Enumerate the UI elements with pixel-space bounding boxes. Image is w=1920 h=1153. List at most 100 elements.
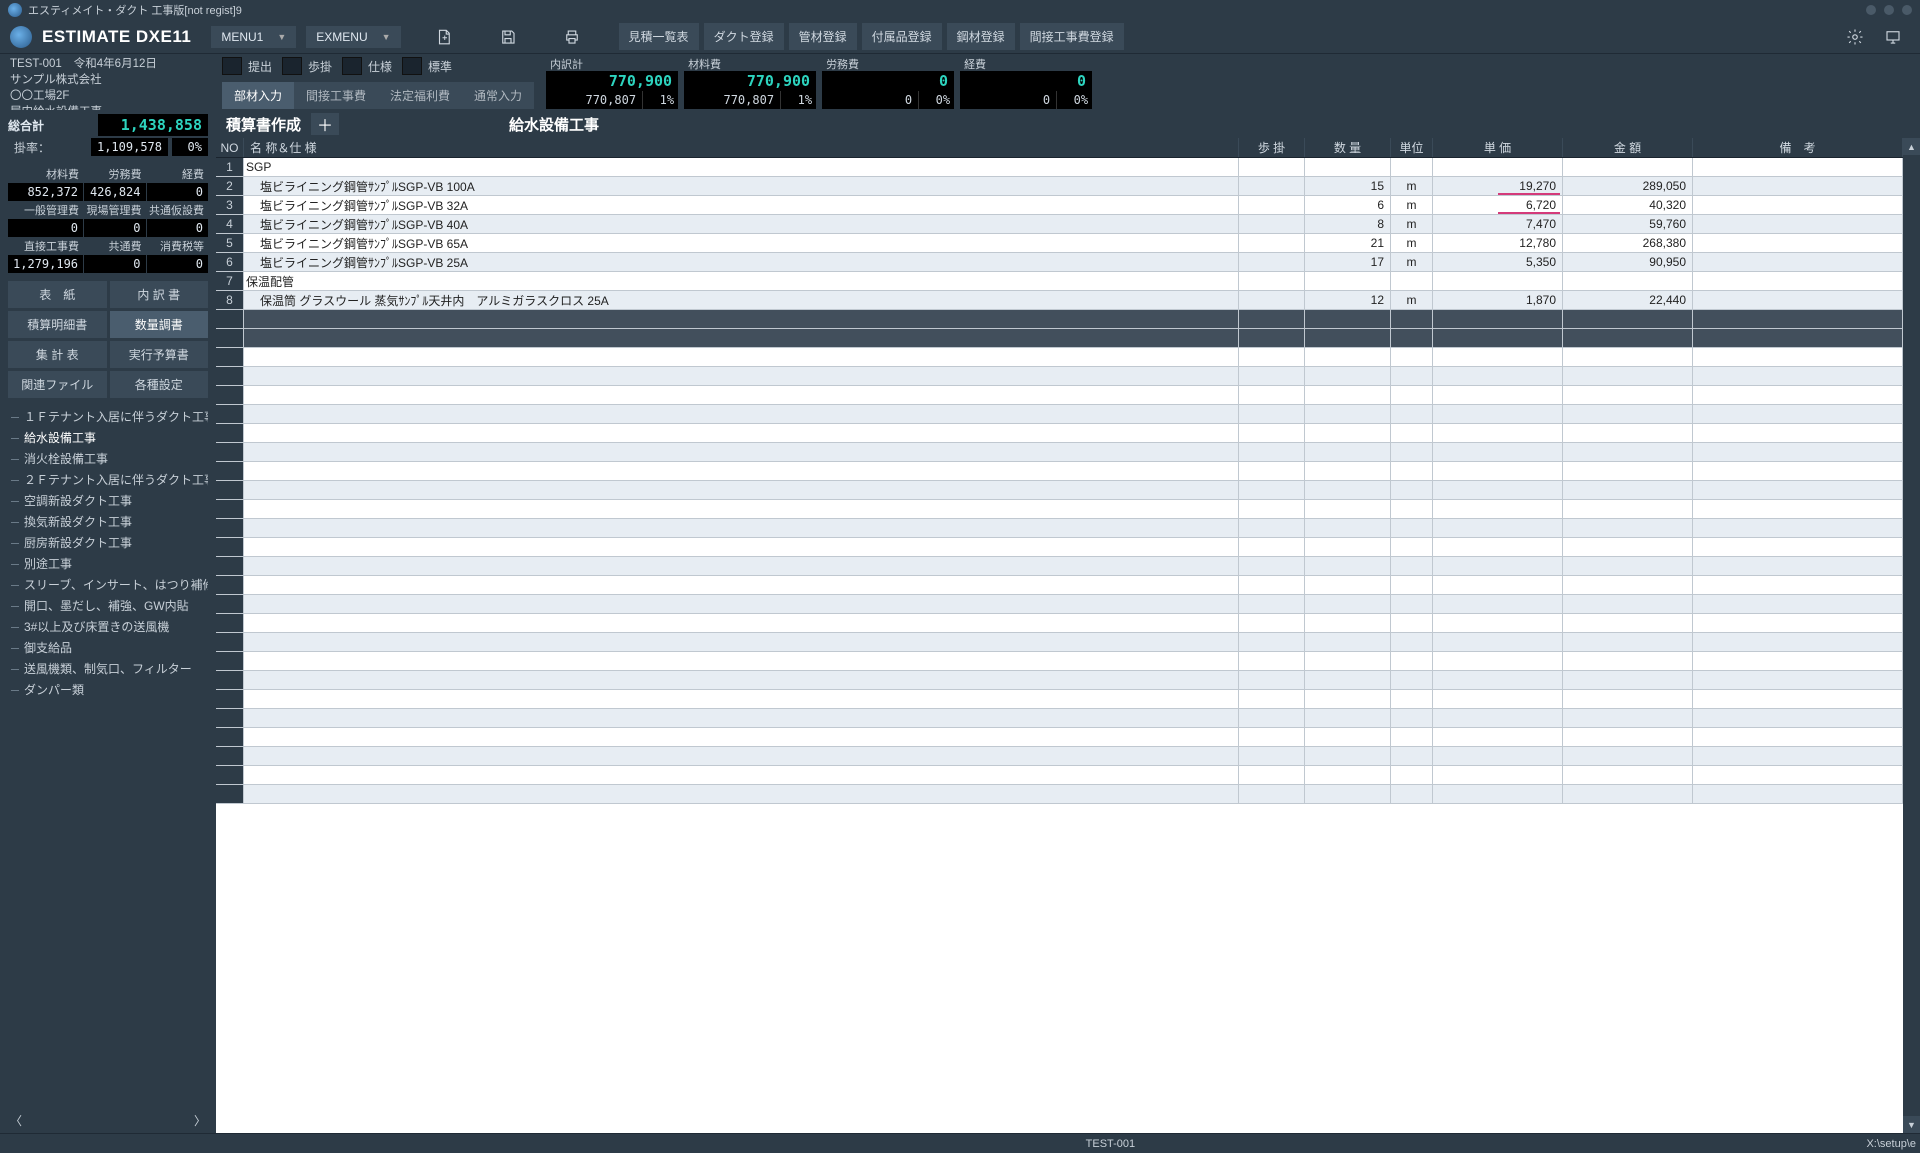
sidebar-button[interactable]: 積算明細書 bbox=[8, 311, 107, 338]
display-icon[interactable] bbox=[1880, 24, 1906, 50]
table-row[interactable] bbox=[216, 424, 1903, 443]
data-grid[interactable]: NO 名 称＆仕 様 歩 掛 数 量 単位 単 価 金 額 備 考 1 SGP … bbox=[216, 138, 1903, 1133]
tree-item[interactable]: 3#以上及び床置きの送風機 bbox=[8, 616, 208, 637]
add-button[interactable]: ＋ bbox=[311, 113, 339, 135]
tree-item[interactable]: 開口、墨だし、補強、GW内貼 bbox=[8, 595, 208, 616]
cost-label: 直接工事費 bbox=[8, 238, 83, 254]
rate-value: 1,109,578 bbox=[91, 138, 168, 156]
col-no: NO bbox=[216, 138, 244, 157]
table-row[interactable]: 3 塩ビライニング鋼管ｻﾝﾌﾟﾙSGP-VB 32A 6 m 6,720 40,… bbox=[216, 196, 1903, 215]
tree-item[interactable]: 別途工事 bbox=[8, 553, 208, 574]
tree-item[interactable]: 給水設備工事 bbox=[8, 427, 208, 448]
table-row[interactable] bbox=[216, 405, 1903, 424]
status-checkbox[interactable] bbox=[402, 57, 422, 75]
status-label: 提出 bbox=[248, 58, 276, 75]
scroll-down-icon[interactable]: ▼ bbox=[1903, 1116, 1920, 1133]
cost-value: 0 bbox=[147, 219, 208, 237]
tree-item[interactable]: 御支給品 bbox=[8, 637, 208, 658]
top-button[interactable]: 管材登録 bbox=[789, 23, 857, 50]
statusbar: TEST-001 X:\setup\e bbox=[0, 1133, 1920, 1153]
table-row[interactable] bbox=[216, 652, 1903, 671]
table-row[interactable] bbox=[216, 576, 1903, 595]
table-row[interactable] bbox=[216, 747, 1903, 766]
top-button[interactable]: 間接工事費登録 bbox=[1020, 23, 1124, 50]
cost-label: 消費税等 bbox=[147, 238, 208, 254]
table-row[interactable] bbox=[216, 785, 1903, 804]
input-tab[interactable]: 法定福利費 bbox=[378, 82, 462, 109]
table-row[interactable]: 6 塩ビライニング鋼管ｻﾝﾌﾟﾙSGP-VB 25A 17 m 5,350 90… bbox=[216, 253, 1903, 272]
tree-item[interactable]: １Ｆテナント入居に伴うダクト工事 bbox=[8, 406, 208, 427]
status-checkbox[interactable] bbox=[222, 57, 242, 75]
input-tab[interactable]: 間接工事費 bbox=[294, 82, 378, 109]
tree-item[interactable]: 消火栓設備工事 bbox=[8, 448, 208, 469]
status-checkbox[interactable] bbox=[342, 57, 362, 75]
sidebar-button[interactable]: 関連ファイル bbox=[8, 371, 107, 398]
new-icon[interactable] bbox=[431, 24, 457, 50]
table-row[interactable] bbox=[216, 614, 1903, 633]
sidebar-button[interactable]: 実行予算書 bbox=[110, 341, 209, 368]
settings-icon[interactable] bbox=[1842, 24, 1868, 50]
cost-value: 0 bbox=[84, 219, 145, 237]
tree-item[interactable]: 空調新設ダクト工事 bbox=[8, 490, 208, 511]
sidebar-button[interactable]: 内 訳 書 bbox=[110, 281, 209, 308]
sidebar-button[interactable]: 各種設定 bbox=[110, 371, 209, 398]
scroll-up-icon[interactable]: ▲ bbox=[1903, 138, 1920, 155]
rate-label: 掛率： bbox=[14, 139, 50, 156]
table-row[interactable] bbox=[216, 633, 1903, 652]
table-row[interactable] bbox=[216, 329, 1903, 348]
table-row[interactable] bbox=[216, 481, 1903, 500]
table-row[interactable] bbox=[216, 709, 1903, 728]
col-amt: 金 額 bbox=[1563, 138, 1693, 157]
input-tab[interactable]: 部材入力 bbox=[222, 82, 294, 109]
tree-item[interactable]: ２Ｆテナント入居に伴うダクト工事 bbox=[8, 469, 208, 490]
table-row[interactable] bbox=[216, 595, 1903, 614]
print-icon[interactable] bbox=[559, 24, 585, 50]
tree-item[interactable]: 厨房新設ダクト工事 bbox=[8, 532, 208, 553]
cost-label: 現場管理費 bbox=[84, 202, 145, 218]
input-tab[interactable]: 通常入力 bbox=[462, 82, 534, 109]
table-row[interactable] bbox=[216, 690, 1903, 709]
table-row[interactable]: 7 保温配管 bbox=[216, 272, 1903, 291]
table-row[interactable] bbox=[216, 443, 1903, 462]
table-row[interactable] bbox=[216, 728, 1903, 747]
table-row[interactable] bbox=[216, 500, 1903, 519]
minimize-button[interactable] bbox=[1866, 5, 1876, 15]
table-row[interactable] bbox=[216, 348, 1903, 367]
table-row[interactable]: 2 塩ビライニング鋼管ｻﾝﾌﾟﾙSGP-VB 100A 15 m 19,270 … bbox=[216, 177, 1903, 196]
table-row[interactable]: 1 SGP bbox=[216, 158, 1903, 177]
save-icon[interactable] bbox=[495, 24, 521, 50]
sidebar-button[interactable]: 数量調書 bbox=[110, 311, 209, 338]
vertical-scrollbar[interactable]: ▲ ▼ bbox=[1903, 138, 1920, 1133]
top-button[interactable]: 鋼材登録 bbox=[947, 23, 1015, 50]
tree-item[interactable]: 換気新設ダクト工事 bbox=[8, 511, 208, 532]
exmenu-dropdown[interactable]: EXMENU▼ bbox=[306, 26, 400, 48]
top-button[interactable]: ダクト登録 bbox=[704, 23, 784, 50]
status-checkbox[interactable] bbox=[282, 57, 302, 75]
table-row[interactable]: 5 塩ビライニング鋼管ｻﾝﾌﾟﾙSGP-VB 65A 21 m 12,780 2… bbox=[216, 234, 1903, 253]
tree-scroll-left[interactable]: 〈 bbox=[10, 1112, 22, 1129]
menu1-dropdown[interactable]: MENU1▼ bbox=[211, 26, 296, 48]
table-row[interactable] bbox=[216, 557, 1903, 576]
tree-item[interactable]: 送風機類、制気口、フィルター bbox=[8, 658, 208, 679]
table-row[interactable] bbox=[216, 310, 1903, 329]
top-button[interactable]: 見積一覧表 bbox=[619, 23, 699, 50]
table-row[interactable] bbox=[216, 367, 1903, 386]
top-button[interactable]: 付属品登録 bbox=[862, 23, 942, 50]
table-row[interactable] bbox=[216, 538, 1903, 557]
main-area: 積算書作成 ＋ 給水設備工事 NO 名 称＆仕 様 歩 掛 数 量 単位 単 価… bbox=[216, 110, 1920, 1133]
tree-item[interactable]: スリーブ、インサート、はつり補修 bbox=[8, 574, 208, 595]
close-button[interactable] bbox=[1902, 5, 1912, 15]
sidebar-button[interactable]: 集 計 表 bbox=[8, 341, 107, 368]
table-row[interactable]: 4 塩ビライニング鋼管ｻﾝﾌﾟﾙSGP-VB 40A 8 m 7,470 59,… bbox=[216, 215, 1903, 234]
maximize-button[interactable] bbox=[1884, 5, 1894, 15]
cost-label: 共通費 bbox=[84, 238, 145, 254]
table-row[interactable] bbox=[216, 766, 1903, 785]
table-row[interactable]: 8 保温筒 グラスウール 蒸気ｻﾝﾌﾟﾙ天井内 アルミガラスクロス 25A 12… bbox=[216, 291, 1903, 310]
table-row[interactable] bbox=[216, 462, 1903, 481]
tree-scroll-right[interactable]: 〉 bbox=[194, 1112, 206, 1129]
table-row[interactable] bbox=[216, 386, 1903, 405]
table-row[interactable] bbox=[216, 519, 1903, 538]
tree-item[interactable]: ダンパー類 bbox=[8, 679, 208, 700]
table-row[interactable] bbox=[216, 671, 1903, 690]
sidebar-button[interactable]: 表 紙 bbox=[8, 281, 107, 308]
